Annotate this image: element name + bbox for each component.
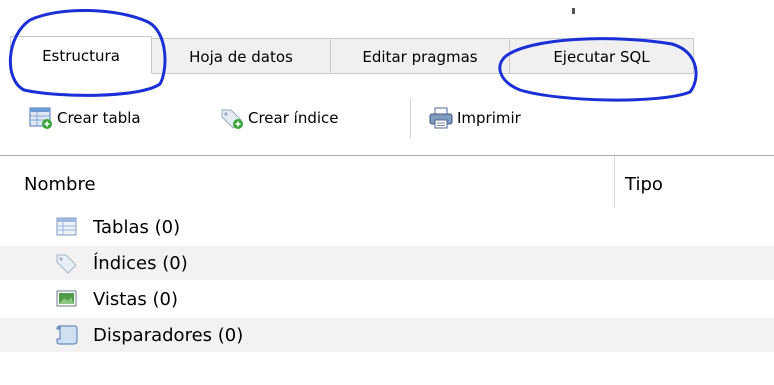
tree-item-label: Disparadores (0) <box>93 324 244 346</box>
create-index-button[interactable]: Crear índice <box>219 104 339 132</box>
column-header-nombre[interactable]: Nombre <box>24 174 96 195</box>
tree-item-label: Tablas (0) <box>93 216 181 238</box>
column-divider[interactable] <box>614 156 615 208</box>
print-label: Imprimir <box>457 109 521 127</box>
column-header-tipo[interactable]: Tipo <box>625 174 663 195</box>
tree-item-disparadores[interactable]: Disparadores (0) <box>0 318 774 352</box>
create-index-label: Crear índice <box>248 109 339 127</box>
schema-tree: Nombre Tipo Tablas (0) Índices (0) Vista… <box>0 155 774 385</box>
create-table-label: Crear tabla <box>57 109 141 127</box>
tab-bar: Estructura Hoja de datos Editar pragmas … <box>0 36 774 117</box>
tree-item-label: Índices (0) <box>93 252 188 274</box>
tab-ejecutar-sql[interactable]: Ejecutar SQL <box>509 38 694 74</box>
tab-estructura[interactable]: Estructura <box>10 36 152 74</box>
table-icon <box>55 216 79 238</box>
tag-icon <box>55 252 79 274</box>
printer-icon <box>428 106 454 130</box>
scroll-tick <box>572 8 575 14</box>
tag-add-icon <box>219 106 245 130</box>
tab-hoja-de-datos[interactable]: Hoja de datos <box>151 38 331 74</box>
table-add-icon <box>28 106 54 130</box>
toolbar: Crear tabla Crear índice Imprimir <box>0 84 774 152</box>
tree-item-label: Vistas (0) <box>93 288 178 310</box>
view-icon <box>55 288 79 310</box>
app-window: Estructura Hoja de datos Editar pragmas … <box>0 0 774 385</box>
create-table-button[interactable]: Crear tabla <box>28 104 141 132</box>
tree-item-vistas[interactable]: Vistas (0) <box>0 282 774 316</box>
top-cropped-strip <box>0 0 774 20</box>
script-icon <box>55 324 79 346</box>
toolbar-separator <box>410 98 411 138</box>
tab-editar-pragmas[interactable]: Editar pragmas <box>330 38 510 74</box>
print-button[interactable]: Imprimir <box>428 104 521 132</box>
tree-header: Nombre Tipo <box>0 156 774 210</box>
tree-item-indices[interactable]: Índices (0) <box>0 246 774 280</box>
tree-item-tablas[interactable]: Tablas (0) <box>0 210 774 244</box>
